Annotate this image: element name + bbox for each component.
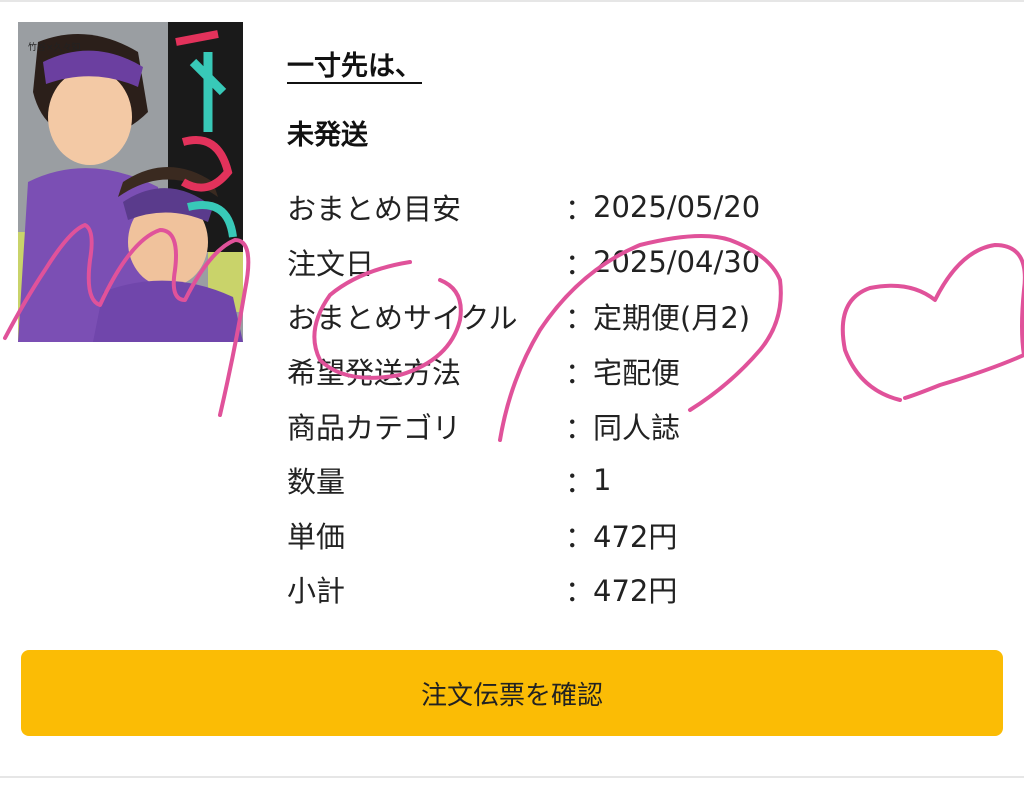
detail-separator: ： [565, 519, 595, 554]
detail-label: おまとめサイクル [287, 301, 518, 336]
detail-value: 1 [593, 463, 612, 498]
cover-caption: 竹谷×久々知 [28, 41, 81, 53]
confirm-order-slip-button[interactable]: 注文伝票を確認 [21, 650, 1003, 736]
detail-row-bundle-date: おまとめ目安 ： 2025/05/20 [287, 180, 807, 235]
detail-value: 同人誌 [593, 410, 681, 445]
detail-label: 注文日 [287, 246, 375, 281]
top-divider [0, 0, 1024, 2]
detail-separator: ： [565, 410, 595, 445]
detail-value: 宅配便 [593, 356, 681, 391]
cover-illustration: 竹谷×久々知 [18, 22, 243, 342]
detail-row-unit-price: 単価 ： 472円 [287, 508, 807, 563]
detail-separator: ： [565, 356, 595, 391]
detail-row-bundle-cycle: おまとめサイクル ： 定期便(月2) [287, 289, 807, 344]
detail-label: 商品カテゴリ [287, 410, 462, 445]
shipping-status: 未発送 [287, 120, 368, 151]
scribble-heart [840, 243, 1024, 402]
detail-row-shipping-method: 希望発送方法 ： 宅配便 [287, 344, 807, 399]
detail-row-category: 商品カテゴリ ： 同人誌 [287, 398, 807, 453]
detail-value: 2025/04/30 [593, 244, 761, 279]
detail-label: 数量 [287, 465, 346, 500]
detail-label: 単価 [287, 519, 346, 554]
detail-value: 2025/05/20 [593, 190, 761, 225]
detail-value: 定期便(月2) [593, 301, 751, 336]
detail-label: おまとめ目安 [287, 192, 462, 227]
detail-separator: ： [565, 246, 595, 281]
detail-row-order-date: 注文日 ： 2025/04/30 [287, 235, 807, 290]
detail-label: 希望発送方法 [287, 356, 462, 391]
detail-separator: ： [565, 301, 595, 336]
detail-label: 小計 [287, 574, 346, 609]
order-details-list: おまとめ目安 ： 2025/05/20 注文日 ： 2025/04/30 おまと… [287, 180, 807, 617]
detail-separator: ： [565, 192, 595, 227]
product-cover-image[interactable]: 竹谷×久々知 [18, 22, 243, 342]
detail-row-quantity: 数量 ： 1 [287, 453, 807, 508]
product-title-link[interactable]: 一寸先は、 [287, 44, 422, 83]
detail-row-subtotal: 小計 ： 472円 [287, 562, 807, 617]
detail-separator: ： [565, 574, 595, 609]
detail-separator: ： [565, 465, 595, 500]
detail-value: 472円 [593, 519, 678, 554]
bottom-divider [0, 776, 1024, 778]
detail-value: 472円 [593, 574, 678, 609]
